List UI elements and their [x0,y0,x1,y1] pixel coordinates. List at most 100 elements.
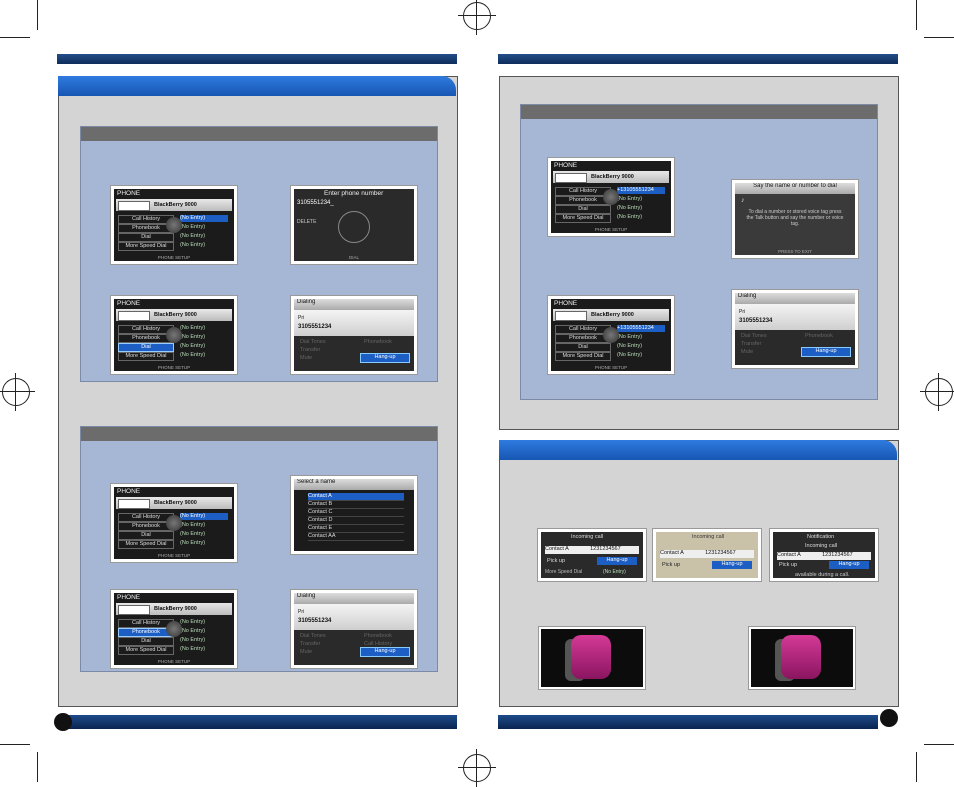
call-header: Pri [298,609,305,615]
option-label: Phonebook [805,333,833,339]
entry-value: (No Entry) [180,242,206,248]
entry-value: (No Entry) [180,325,206,331]
screen-title: PHONE [117,300,141,307]
dialed-number: 3105551234 [298,324,332,330]
hangup-button-photo [749,627,855,689]
contact-item[interactable]: Contact E [308,525,404,533]
contact-item[interactable]: Contact B [308,501,404,509]
menu-row[interactable]: More Speed Dial (No Entry) [555,214,667,223]
menu-row[interactable]: More Speed Dial (No Entry) [555,352,667,361]
hangup-button[interactable]: Hang-up [597,557,637,565]
device-name: BlackBerry 9000 [154,500,197,506]
registration-mark [458,749,496,787]
menu-row[interactable]: Dial (No Entry) [118,233,230,242]
menu-label: More Speed Dial [118,352,174,361]
pickup-button[interactable]: Pick up [662,562,680,568]
menu-row[interactable]: Dial (No Entry) [118,531,230,540]
device-bar: BlackBerry 9000 [116,603,232,615]
menu-label: More Speed Dial [545,569,583,575]
entry-value: (No Entry) [180,540,206,546]
registration-mark [920,373,954,411]
hangup-button[interactable]: Hang-up [360,647,410,657]
device-bar: BlackBerry 9000 [553,309,669,321]
hangup-button[interactable]: Hang-up [360,353,410,363]
talk-button-icon [571,635,611,679]
menu-row[interactable]: Dial (No Entry) [555,205,667,214]
caller-row: Contact A 1231234567 [660,550,754,558]
pickup-button[interactable]: Pick up [547,558,565,564]
entry-value: (No Entry) [617,334,643,340]
delete-button[interactable]: DELETE [297,219,316,225]
entry-value: (No Entry) [180,637,206,643]
dialing-screen: Dialing Pri 3105551234 Dial Tones Phonebo… [291,590,417,668]
option-label: Transfer [300,347,321,353]
option-label: Dial Tones [300,339,326,345]
registration-mark [458,0,496,35]
contact-item[interactable]: Contact A [308,493,404,501]
menu-label: Dial [118,637,174,646]
screen-title: Select a name [294,479,414,490]
entry-value: +13105551234 [617,325,665,332]
caller-name: Contact A [545,546,569,552]
footer-bar-left [57,715,457,729]
screen-footer: PHONE SETUP [594,227,628,232]
menu-label: Dial [118,531,174,540]
caller-name: Contact A [660,550,684,556]
menu-row[interactable]: More Speed Dial (No Entry) [118,540,230,549]
page-number-badge-right [880,709,898,727]
contact-item[interactable]: Contact D [308,517,404,525]
screen-title: Incoming call [571,534,604,540]
registration-mark [0,373,35,411]
contact-item[interactable]: Contact AA [308,533,404,541]
section-header [81,127,437,141]
hangup-button[interactable]: Hang-up [801,347,851,357]
contact-item[interactable]: Contact C [308,509,404,517]
right-title-bar [499,440,897,460]
hangup-button-icon [781,635,821,679]
entry-value: (No Entry) [180,224,206,230]
menu-row[interactable]: Dial (No Entry) [118,637,230,646]
crop-mark [0,744,30,745]
talk-button-photo [539,627,645,689]
hangup-button[interactable]: Hang-up [712,561,752,569]
screen-footer: PHONE SETUP [157,255,191,260]
screen-title: Say the name or number to dial [735,183,855,194]
caller-number: 1231234567 [822,552,853,558]
menu-label: More Speed Dial [555,352,611,361]
device-name: BlackBerry 9000 [154,606,197,612]
left-title-bar [58,76,456,96]
incoming-call-screen: Incoming call Contact A 1231234567 Pick … [538,529,646,581]
entry-value: (No Entry) [603,569,626,575]
device-name: BlackBerry 9000 [154,312,197,318]
caller-number: 1231234567 [705,550,736,556]
entry-value: (No Entry) [180,522,206,528]
call-info: Pri 3105551234 [294,310,414,336]
phone-menu-screen: PHONE BlackBerry 9000 Call History (No En… [111,186,237,264]
menu-row[interactable]: More Speed Dial (No Entry) [118,646,230,655]
device-bar: BlackBerry 9000 [116,199,232,211]
pickup-button[interactable]: Pick up [779,562,797,568]
screen-title: PHONE [117,488,141,495]
option-label: Mute [741,349,754,355]
entry-value: (No Entry) [180,215,228,222]
menu-row[interactable]: More Speed Dial (No Entry) [118,352,230,361]
menu-row[interactable]: Dial (No Entry) [118,343,230,352]
entry-value: +13105551234 [617,187,665,194]
hangup-button[interactable]: Hang-up [829,561,869,569]
crop-mark [924,37,954,38]
entry-value: (No Entry) [617,214,643,220]
menu-row[interactable]: Dial (No Entry) [555,343,667,352]
option-label: Phonebook [364,633,392,639]
device-bar: BlackBerry 9000 [116,497,232,509]
menu-row[interactable]: More Speed Dial (No Entry) [118,242,230,251]
voice-instructions: To dial a number or stored voice tag pre… [746,209,844,227]
option-label: Mute [300,355,313,361]
crop-mark [924,744,954,745]
entry-value: (No Entry) [180,531,206,537]
entry-value: (No Entry) [180,628,206,634]
knob-icon [166,621,182,637]
screen-title: Dialing [735,293,855,304]
call-header: Pri [298,315,305,321]
option-label: Dial Tones [300,633,326,639]
entry-value: (No Entry) [180,646,206,652]
